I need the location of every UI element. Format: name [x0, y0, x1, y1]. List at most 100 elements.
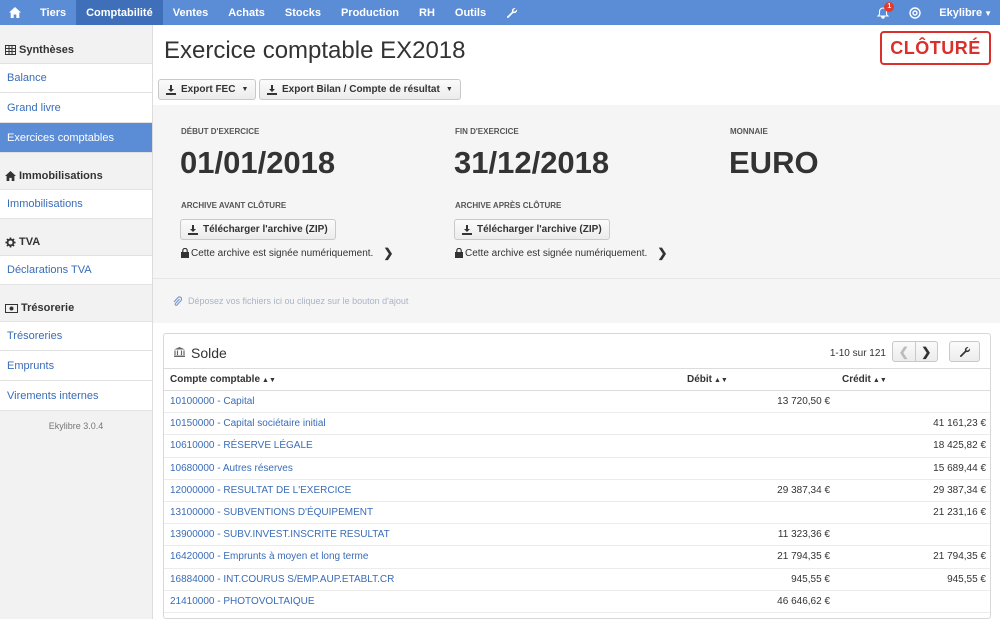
sidebar-item-virements-internes[interactable]: Virements internes [0, 381, 152, 411]
export-bilan-button[interactable]: Export Bilan / Compte de résultat ▼ [259, 79, 461, 100]
wrench-icon[interactable] [496, 0, 528, 25]
nav-comptabilite[interactable]: Comptabilité [76, 0, 163, 25]
next-page-chevron-right-icon[interactable]: ❯ [916, 342, 938, 361]
sidebar-item-declarations-tva[interactable]: Déclarations TVA [0, 255, 152, 285]
nav-outils[interactable]: Outils [445, 0, 496, 25]
signed-text: Cette archive est signée numériquement. [191, 247, 374, 259]
chevron-right-icon: ❯ [383, 246, 394, 260]
export-fec-button[interactable]: Export FEC ▼ [158, 79, 257, 100]
table-row: 10680000 - Autres réserves 15 689,44 € [164, 457, 990, 480]
column-header-debit[interactable]: Débit ▲▼ [681, 368, 836, 391]
table-settings-wrench-icon[interactable] [949, 341, 980, 362]
credit-cell: 21 231,16 € [836, 501, 990, 525]
credit-cell: 945,55 € [836, 568, 990, 591]
solde-table: Compte comptable ▲▼ Débit ▲▼ Crédit ▲▼ 1010… [164, 368, 990, 613]
column-header-account[interactable]: Compte comptable ▲▼ [164, 368, 681, 391]
debit-cell: 945,55 € [681, 568, 836, 591]
app-version: Ekylibre 3.0.4 [48, 421, 104, 431]
chevron-right-icon: ❯ [657, 246, 668, 260]
file-dropzone[interactable]: Déposez vos fichiers ici ou cliquez sur … [153, 278, 1000, 323]
debit-cell [681, 434, 836, 458]
prev-page-chevron-left-icon[interactable]: ❮ [893, 342, 916, 361]
user-name: Ekylibre [939, 6, 983, 19]
debit-cell [681, 412, 836, 436]
sidebar-item-grand-livre[interactable]: Grand livre [0, 93, 152, 123]
signed-notice-after[interactable]: Cette archive est signée numériquement. … [455, 246, 667, 260]
caret-down-icon: ▼ [445, 86, 453, 93]
download-icon [462, 224, 472, 235]
table-row: 12000000 - RESULTAT DE L'EXERCICE 29 387,… [164, 479, 990, 502]
sidebar-section-title: Synthèses [19, 44, 75, 56]
lock-icon [181, 248, 189, 258]
account-link[interactable]: 13100000 - SUBVENTIONS D'ÉQUIPEMENT [164, 501, 681, 525]
account-link[interactable]: 16420000 - Emprunts à moyen et long term… [164, 545, 681, 569]
download-icon [166, 84, 176, 95]
top-navbar: Tiers Comptabilité Ventes Achats Stocks … [0, 0, 1000, 25]
sidebar-item-exercices-comptables[interactable]: Exercices comptables [0, 123, 152, 153]
account-link[interactable]: 13900000 - SUBV.INVEST.INSCRITE RESULTAT [164, 523, 681, 547]
debit-cell: 46 646,62 € [681, 590, 836, 613]
paperclip-icon [173, 295, 182, 306]
debit-cell: 11 323,36 € [681, 523, 836, 547]
user-menu[interactable]: Ekylibre ▼ [929, 7, 1000, 19]
currency-label: MONNAIE [730, 127, 768, 136]
nav-production[interactable]: Production [331, 0, 409, 25]
account-link[interactable]: 10680000 - Autres réserves [164, 457, 681, 480]
sidebar-item-tresoreries[interactable]: Trésoreries [0, 321, 152, 351]
download-archive-after-button[interactable]: Télécharger l'archive (ZIP) [454, 219, 610, 240]
page-title: Exercice comptable EX2018 [164, 37, 466, 64]
table-row: 13900000 - SUBV.INVEST.INSCRITE RESULTAT… [164, 523, 990, 547]
sidebar-section-tva: TVA [0, 229, 152, 255]
nav-stocks[interactable]: Stocks [275, 0, 331, 25]
export-fec-label: Export FEC [181, 84, 236, 95]
debit-cell: 29 387,34 € [681, 479, 836, 502]
table-row: 10610000 - RÉSERVE LÉGALE 18 425,82 € [164, 434, 990, 458]
table-row: 16420000 - Emprunts à moyen et long term… [164, 545, 990, 569]
debit-cell: 13 720,50 € [681, 390, 836, 414]
sidebar-section-syntheses: Synthèses [0, 37, 152, 63]
debit-cell [681, 457, 836, 480]
account-link[interactable]: 10100000 - Capital [164, 390, 681, 414]
help-lifebuoy-icon[interactable] [901, 0, 929, 25]
signed-notice-before[interactable]: Cette archive est signée numériquement. … [181, 246, 393, 260]
sidebar-section-title: Immobilisations [19, 170, 103, 182]
nav-rh[interactable]: RH [409, 0, 445, 25]
credit-cell: 21 794,35 € [836, 545, 990, 569]
account-link[interactable]: 21410000 - PHOTOVOLTAIQUE [164, 590, 681, 613]
sidebar: Synthèses Balance Grand livre Exercices … [0, 25, 153, 619]
column-header-credit[interactable]: Crédit ▲▼ [836, 368, 990, 391]
exercise-info-panel: DÉBUT D'EXERCICE 01/01/2018 FIN D'EXERCI… [153, 105, 1000, 278]
account-link[interactable]: 16884000 - INT.COURUS S/EMP.AUP.ETABLT.C… [164, 568, 681, 591]
bank-icon [174, 347, 185, 357]
sidebar-item-balance[interactable]: Balance [0, 63, 152, 93]
home-icon [5, 171, 16, 181]
credit-cell: 29 387,34 € [836, 479, 990, 502]
sidebar-item-immobilisations[interactable]: Immobilisations [0, 189, 152, 219]
notifications-bell-icon[interactable]: 1 [865, 0, 901, 25]
download-archive-before-button[interactable]: Télécharger l'archive (ZIP) [180, 219, 336, 240]
nav-tiers[interactable]: Tiers [30, 0, 76, 25]
sidebar-section-immobilisations: Immobilisations [0, 163, 152, 189]
end-date-value: 31/12/2018 [454, 145, 610, 180]
credit-cell: 15 689,44 € [836, 457, 990, 480]
home-icon[interactable] [0, 0, 30, 25]
lock-icon [455, 248, 463, 258]
table-row: 10150000 - Capital sociétaire initial 41 … [164, 412, 990, 436]
nav-ventes[interactable]: Ventes [163, 0, 218, 25]
account-link[interactable]: 10150000 - Capital sociétaire initial [164, 412, 681, 436]
account-link[interactable]: 10610000 - RÉSERVE LÉGALE [164, 434, 681, 458]
download-label: Télécharger l'archive (ZIP) [203, 224, 328, 235]
solde-title: Solde [191, 345, 227, 361]
currency-value: EURO [729, 145, 819, 180]
sidebar-item-emprunts[interactable]: Emprunts [0, 351, 152, 381]
nav-achats[interactable]: Achats [218, 0, 275, 25]
start-date-label: DÉBUT D'EXERCICE [181, 127, 260, 136]
credit-cell [836, 523, 990, 547]
account-link[interactable]: 12000000 - RESULTAT DE L'EXERCICE [164, 479, 681, 502]
end-date-label: FIN D'EXERCICE [455, 127, 519, 136]
credit-cell [836, 390, 990, 414]
download-icon [267, 84, 277, 95]
pagination-controls: ❮ ❯ [892, 341, 938, 362]
chevron-down-icon: ▼ [984, 8, 992, 18]
money-icon [5, 303, 18, 313]
